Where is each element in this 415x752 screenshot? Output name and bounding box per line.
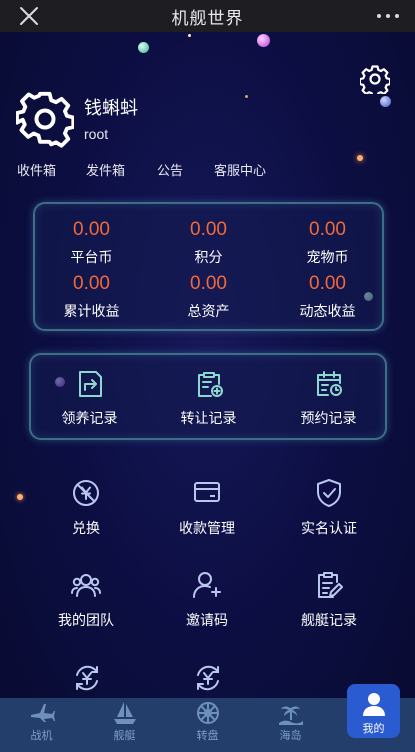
tab-label: 转盘 — [196, 730, 219, 742]
title-bar: 机舰世界 — [0, 0, 415, 32]
tab-fighter[interactable]: 战机 — [0, 698, 83, 752]
tab-mine[interactable]: 我的 — [347, 684, 400, 738]
stat-dynamic-earnings: 0.00 动态收益 — [269, 273, 386, 321]
exchange-cycle-icon[interactable] — [193, 663, 223, 693]
stat-total-earnings: 0.00 累计收益 — [33, 273, 150, 321]
transfer-record-button[interactable]: 转让记录 — [149, 369, 268, 428]
stat-pet-coin: 0.00 宠物币 — [269, 219, 386, 267]
wheel-icon — [196, 702, 219, 724]
page-title: 机舰世界 — [171, 8, 244, 28]
tab-label: 战机 — [30, 730, 53, 742]
outbox-link[interactable]: 发件箱 — [86, 160, 125, 179]
star-decoration — [245, 95, 248, 98]
tab-wheel[interactable]: 转盘 — [166, 698, 249, 752]
tab-label: 我的 — [362, 723, 385, 735]
ship-icon — [113, 702, 136, 724]
shield-check-icon — [317, 479, 341, 507]
customer-service-link[interactable]: 客服中心 — [214, 160, 266, 179]
grid-label: 兑换 — [72, 520, 100, 536]
tab-island[interactable]: 海岛 — [249, 698, 332, 752]
user-icon — [362, 693, 385, 716]
star-decoration — [188, 34, 191, 37]
grid-label: 收款管理 — [179, 520, 235, 536]
grid-label: 邀请码 — [186, 612, 228, 628]
exchange-icon — [73, 480, 99, 506]
record-label: 预约记录 — [300, 410, 357, 426]
stat-platform-coin: 0.00 平台币 — [33, 219, 150, 267]
stat-value: 0.00 — [190, 219, 227, 240]
stat-label: 积分 — [194, 249, 223, 265]
stat-label: 总资产 — [187, 303, 230, 319]
team-icon — [71, 574, 101, 597]
close-icon[interactable] — [18, 5, 40, 27]
stat-value: 0.00 — [190, 273, 227, 294]
assets-panel: 0.00 平台币 0.00 积分 0.00 宠物币 0.00 累计收益 0.00… — [33, 202, 384, 331]
stat-total-assets: 0.00 总资产 — [150, 273, 267, 321]
avatar[interactable] — [16, 90, 74, 148]
ship-record-icon — [318, 572, 343, 598]
star-decoration — [357, 155, 363, 161]
invite-code-button[interactable]: 邀请码 — [138, 569, 276, 630]
stat-value: 0.00 — [309, 273, 346, 294]
adopt-record-icon — [78, 371, 102, 397]
exchange-button[interactable]: 兑换 — [17, 477, 155, 538]
stat-value: 0.00 — [309, 219, 346, 240]
island-icon — [278, 706, 303, 725]
records-panel: 领养记录 转让记录 预约记录 — [29, 353, 387, 440]
planet-decoration — [380, 96, 391, 107]
fighter-jet-icon — [30, 704, 55, 722]
quick-links: 收件箱 发件箱 公告 客服中心 — [0, 160, 300, 178]
record-label: 领养记录 — [61, 410, 118, 426]
grid-label: 实名认证 — [301, 520, 357, 536]
invite-user-icon — [193, 572, 221, 598]
reserve-record-button[interactable]: 预约记录 — [269, 369, 388, 428]
stat-value: 0.00 — [73, 273, 110, 294]
adopt-record-button[interactable]: 领养记录 — [30, 369, 149, 428]
real-name-auth-button[interactable]: 实名认证 — [260, 477, 398, 538]
payment-card-icon — [194, 482, 220, 502]
my-team-button[interactable]: 我的团队 — [17, 569, 155, 630]
tab-label: 舰艇 — [113, 730, 136, 742]
stat-label: 宠物币 — [306, 249, 349, 265]
stat-points: 0.00 积分 — [150, 219, 267, 267]
payment-management-button[interactable]: 收款管理 — [138, 477, 276, 538]
more-options-icon[interactable] — [377, 6, 399, 26]
exchange-cycle-icon[interactable] — [72, 663, 102, 693]
stat-label: 累计收益 — [63, 303, 120, 319]
ship-record-button[interactable]: 舰艇记录 — [260, 569, 398, 630]
tab-ship[interactable]: 舰艇 — [83, 698, 166, 752]
transfer-record-icon — [197, 372, 223, 397]
inbox-link[interactable]: 收件箱 — [17, 160, 56, 179]
reserve-record-icon — [316, 371, 342, 396]
announcement-link[interactable]: 公告 — [157, 160, 183, 179]
grid-label: 我的团队 — [58, 612, 114, 628]
grid-label: 舰艇记录 — [301, 612, 357, 628]
record-label: 转让记录 — [180, 410, 237, 426]
planet-decoration — [257, 34, 270, 47]
user-id: root — [84, 126, 109, 142]
planet-decoration — [138, 42, 149, 53]
username: 钱蝌蚪 — [84, 98, 138, 118]
stat-label: 平台币 — [70, 249, 113, 265]
stat-value: 0.00 — [73, 219, 110, 240]
stat-label: 动态收益 — [299, 303, 356, 319]
tab-label: 海岛 — [279, 730, 302, 742]
settings-gear-icon[interactable] — [360, 64, 390, 94]
